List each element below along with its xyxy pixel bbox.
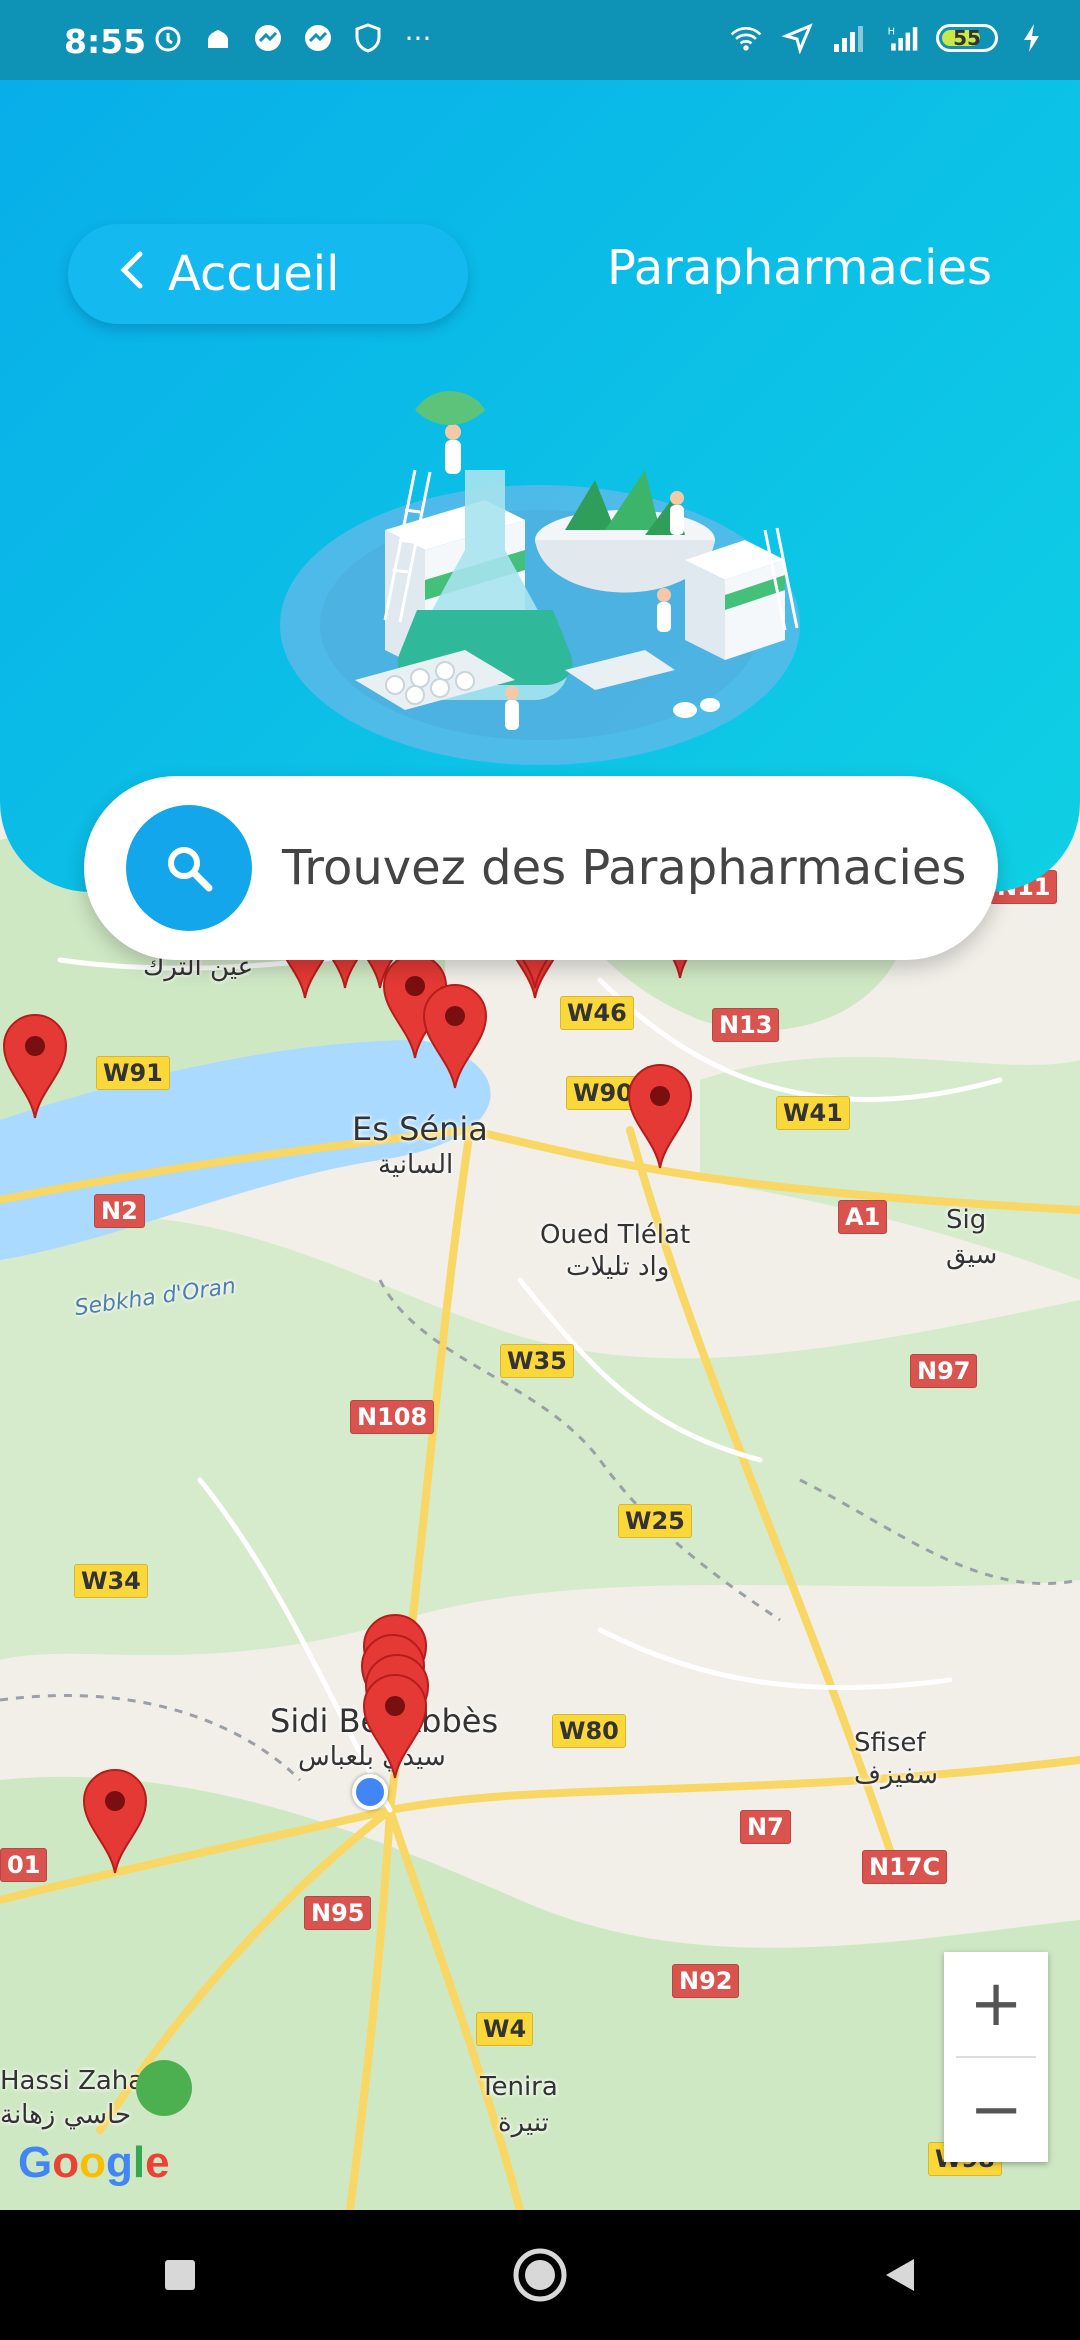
status-bar: 8:55 ··· H 55 (0, 0, 1080, 80)
place-es-senia-ar: السانية (378, 1150, 454, 1180)
google-logo: Google (18, 2138, 170, 2187)
place-sfisef-ar: سفيزف (854, 1760, 939, 1790)
page-title: Parapharmacies (607, 240, 992, 296)
road-label: N17C (862, 1850, 948, 1884)
road-label: 01 (0, 1848, 48, 1882)
place-es-senia: Es Sénia (352, 1110, 488, 1148)
wifi-icon (728, 20, 764, 56)
header-panel: Accueil Parapharmacies (0, 80, 1080, 892)
place-oued-tlelat: Oued Tlélat (540, 1220, 691, 1250)
pharmacy-illustration (280, 391, 800, 765)
road-label: W34 (74, 1564, 148, 1598)
notification-icons: ··· (150, 20, 436, 56)
road-label: W80 (552, 1714, 626, 1748)
road-label: N97 (910, 1354, 978, 1388)
place-hassi-zahana-ar: حاسي زهانة (0, 2100, 132, 2130)
search-input[interactable]: Trouvez des Parapharmacies (282, 840, 966, 896)
pharmacy-pin-icon[interactable] (80, 1765, 150, 1875)
back-button[interactable]: Accueil (68, 224, 468, 324)
place-tenira: Tenira (480, 2072, 558, 2102)
route-marker (136, 2060, 192, 2116)
road-label: N108 (350, 1400, 435, 1434)
search-button[interactable] (126, 805, 252, 931)
system-navigation-bar (0, 2210, 1080, 2340)
battery-indicator: 55 (936, 24, 998, 52)
charging-icon (1014, 20, 1050, 56)
road-label: N13 (712, 1008, 780, 1042)
location-arrow-icon (780, 20, 816, 56)
place-oued-tlelat-ar: واد تليلات (566, 1252, 670, 1282)
road-label: W91 (96, 1056, 170, 1090)
road-label: A1 (838, 1200, 888, 1234)
more-icon: ··· (404, 21, 432, 55)
shield-icon (350, 20, 386, 56)
user-location-dot (352, 1774, 388, 1810)
messenger-icon (250, 20, 286, 56)
place-sfisef: Sfisef (854, 1728, 926, 1758)
chevron-left-icon (118, 246, 144, 302)
road-label: W25 (618, 1504, 692, 1538)
signal-icon (832, 20, 868, 56)
back-nav-button[interactable] (860, 2235, 940, 2315)
svg-text:H: H (888, 26, 895, 37)
pharmacy-pin-icon[interactable] (360, 1670, 430, 1780)
road-label: W46 (560, 996, 634, 1030)
zoom-in-button[interactable]: + (944, 1952, 1048, 2056)
place-sig-ar: سيق (946, 1240, 998, 1270)
road-label: W41 (776, 1096, 850, 1130)
signal-h-icon: H (884, 20, 920, 56)
place-sig: Sig (946, 1205, 987, 1235)
road-label: N92 (672, 1964, 740, 1998)
recents-button[interactable] (140, 2235, 220, 2315)
pharmacy-pin-icon[interactable] (420, 980, 490, 1090)
triangle-back-icon (886, 2259, 914, 2291)
pharmacy-pin-icon[interactable] (625, 1060, 695, 1170)
zoom-out-button[interactable]: − (944, 2058, 1048, 2162)
road-label: N95 (304, 1896, 372, 1930)
messenger-icon (300, 20, 336, 56)
alarm-icon (150, 20, 186, 56)
pharmacy-pin-icon[interactable] (0, 1010, 70, 1120)
search-icon (168, 847, 213, 892)
road-label: N7 (740, 1810, 791, 1844)
road-label: W4 (476, 2012, 534, 2046)
system-icons: H 55 (728, 20, 1050, 56)
place-tenira-ar: تنيرة (498, 2108, 549, 2138)
square-icon (165, 2260, 195, 2290)
road-label: N2 (94, 1194, 145, 1228)
road-label: W35 (500, 1344, 574, 1378)
circle-icon (513, 2248, 567, 2302)
back-button-label: Accueil (168, 246, 340, 302)
mosque-icon (200, 20, 236, 56)
search-bar[interactable]: Trouvez des Parapharmacies (84, 776, 998, 960)
status-time: 8:55 (64, 22, 147, 61)
home-button[interactable] (500, 2235, 580, 2315)
zoom-controls: + − (944, 1952, 1048, 2162)
